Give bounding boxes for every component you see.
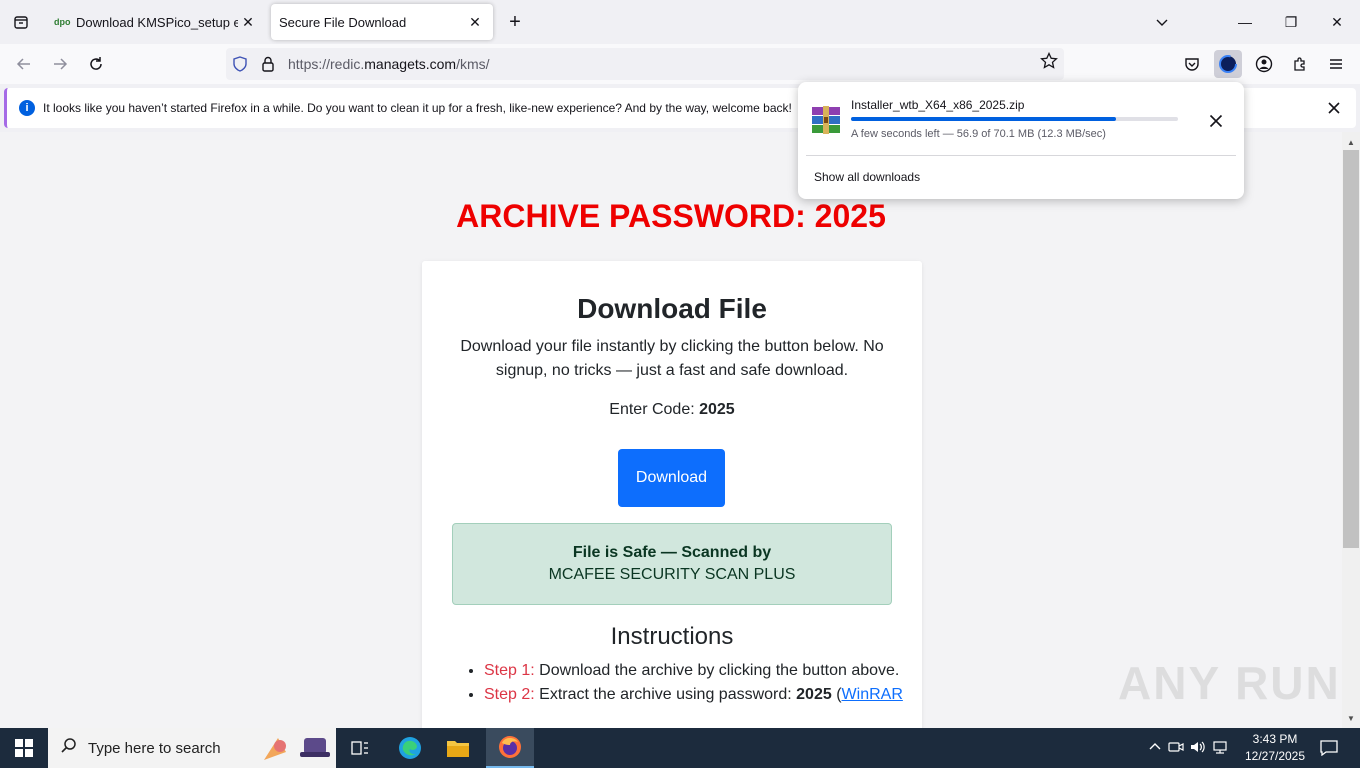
download-progress-icon [1219, 55, 1237, 73]
safe-scan-vendor: MCAFEE SECURITY SCAN PLUS [548, 566, 796, 583]
extensions-button[interactable] [1286, 50, 1314, 78]
pocket-icon [1185, 58, 1199, 71]
close-window-button[interactable]: ✕ [1314, 0, 1360, 44]
tab-title: Secure File Download [279, 14, 407, 30]
edge-icon [399, 737, 421, 759]
lock-icon[interactable] [254, 56, 282, 72]
search-icon [60, 737, 78, 759]
account-button[interactable] [1250, 50, 1278, 78]
download-card: Download File Download your file instant… [422, 261, 922, 728]
safe-scan-title: File is Safe — Scanned by [572, 544, 772, 561]
scroll-down-arrow-icon[interactable]: ▼ [1342, 710, 1360, 726]
url-text: https://redic.managets.com/kms/ [288, 56, 490, 72]
minimize-button[interactable]: — [1222, 0, 1268, 44]
page-content: ARCHIVE PASSWORD: 2025 Download File Dow… [0, 132, 1342, 728]
site-favicon-icon: dpo [54, 17, 71, 27]
reload-icon [90, 57, 102, 70]
window-controls: — ❐ ✕ [1222, 0, 1360, 44]
winrar-archive-icon [810, 104, 842, 136]
tab-secure-file-download[interactable]: Secure File Download ✕ [271, 4, 493, 40]
notification-speech-bubble-icon [1320, 740, 1338, 756]
restore-button[interactable]: ❐ [1268, 0, 1314, 44]
download-progress-fill [851, 117, 1116, 121]
search-placeholder: Type here to search [88, 739, 221, 757]
tab-strip: dpo Download KMSPico_setup exe \ ✕ Secur… [0, 0, 1360, 44]
taskbar-search-box[interactable]: Type here to search [48, 728, 336, 768]
tab-kmspico[interactable]: dpo Download KMSPico_setup exe \ ✕ [46, 4, 266, 40]
search-highlight-graphic-icon [260, 732, 332, 768]
new-tab-button[interactable]: + [503, 10, 527, 34]
cancel-download-button[interactable] [1204, 109, 1228, 133]
scrollbar-thumb[interactable] [1343, 150, 1359, 548]
start-button[interactable] [0, 728, 48, 768]
tracking-protection-shield-icon[interactable] [226, 56, 254, 72]
arrow-right-icon [54, 58, 68, 70]
close-icon [1209, 114, 1223, 128]
file-explorer-taskbar-button[interactable] [434, 728, 482, 768]
page-title: Download File [577, 293, 767, 324]
task-view-button[interactable] [336, 728, 384, 768]
firefox-taskbar-button[interactable] [486, 728, 534, 768]
download-button[interactable]: Download [618, 449, 725, 507]
downloads-button[interactable] [1214, 50, 1242, 78]
notification-close-icon[interactable] [1324, 98, 1344, 118]
page-scrollbar[interactable]: ▲ ▼ [1342, 132, 1360, 728]
info-icon: i [19, 100, 35, 116]
panel-divider [806, 155, 1236, 156]
task-view-icon [351, 741, 368, 755]
clock-date: 12/27/2025 [1244, 749, 1306, 763]
app-menu-button[interactable] [1322, 50, 1350, 78]
archive-password-heading: ARCHIVE PASSWORD: 2025 [456, 198, 886, 234]
address-bar[interactable]: https://redic.managets.com/kms/ [226, 48, 1064, 80]
volume-icon[interactable] [1190, 740, 1206, 757]
forward-button[interactable] [46, 50, 74, 78]
windows-logo-icon [15, 739, 33, 757]
bookmark-star-icon[interactable] [1040, 51, 1058, 73]
tab-close-icon[interactable]: ✕ [465, 12, 485, 32]
notification-center-button[interactable] [1312, 728, 1346, 768]
show-all-downloads-button[interactable]: Show all downloads [814, 170, 920, 184]
download-filename[interactable]: Installer_wtb_X64_x86_2025.zip [851, 98, 1024, 112]
clock-time: 3:43 PM [1252, 732, 1298, 746]
winrar-link[interactable]: WinRAR [842, 686, 903, 703]
anyrun-watermark: ANY RUN [1118, 657, 1341, 709]
list-item: Step 1: Download the archive by clicking… [484, 659, 904, 683]
enter-code-text: Enter Code: 2025 [609, 401, 735, 418]
download-status-text: A few seconds left — 56.9 of 70.1 MB (12… [851, 128, 1106, 140]
scroll-up-arrow-icon[interactable]: ▲ [1342, 134, 1360, 150]
safe-scan-alert: File is Safe — Scanned by MCAFEE SECURIT… [452, 523, 892, 605]
arrow-left-icon [16, 58, 30, 70]
folder-icon [447, 741, 469, 757]
windows-taskbar: Type here to search 3:43 PM 12/27/2025 [0, 728, 1360, 768]
tab-close-icon[interactable]: ✕ [238, 12, 258, 32]
code-value: 2025 [699, 401, 735, 418]
meet-now-icon[interactable] [1168, 740, 1184, 757]
instructions-list: Step 1: Download the archive by clicking… [484, 659, 904, 707]
firefox-view-icon [14, 16, 28, 29]
navigation-toolbar: https://redic.managets.com/kms/ [0, 44, 1360, 84]
network-icon[interactable] [1212, 740, 1228, 757]
firefox-icon [499, 736, 521, 758]
list-all-tabs-button[interactable] [1150, 10, 1174, 34]
reload-button[interactable] [82, 50, 110, 78]
puzzle-icon [1294, 57, 1305, 71]
description-text: Download your file instantly by clicking… [460, 338, 884, 379]
system-tray [1148, 728, 1228, 768]
taskbar-clock[interactable]: 3:43 PM 12/27/2025 [1240, 731, 1310, 765]
tray-chevron-up-icon[interactable] [1148, 740, 1162, 757]
firefox-view-button[interactable] [0, 0, 42, 44]
toolbar-right [1178, 50, 1350, 78]
hamburger-menu-icon [1330, 59, 1342, 69]
instructions-heading: Instructions [610, 623, 734, 650]
account-icon [1255, 55, 1273, 73]
back-button[interactable] [10, 50, 38, 78]
edge-taskbar-button[interactable] [386, 728, 434, 768]
list-item: Step 2: Extract the archive using passwo… [484, 683, 904, 707]
chevron-down-icon [1156, 19, 1168, 26]
download-progress-bar [851, 117, 1178, 121]
notification-text: It looks like you haven’t started Firefo… [43, 101, 792, 115]
downloads-panel: Installer_wtb_X64_x86_2025.zip A few sec… [798, 82, 1244, 199]
tab-title: Download KMSPico_setup exe \ [76, 14, 238, 30]
pocket-button[interactable] [1178, 50, 1206, 78]
